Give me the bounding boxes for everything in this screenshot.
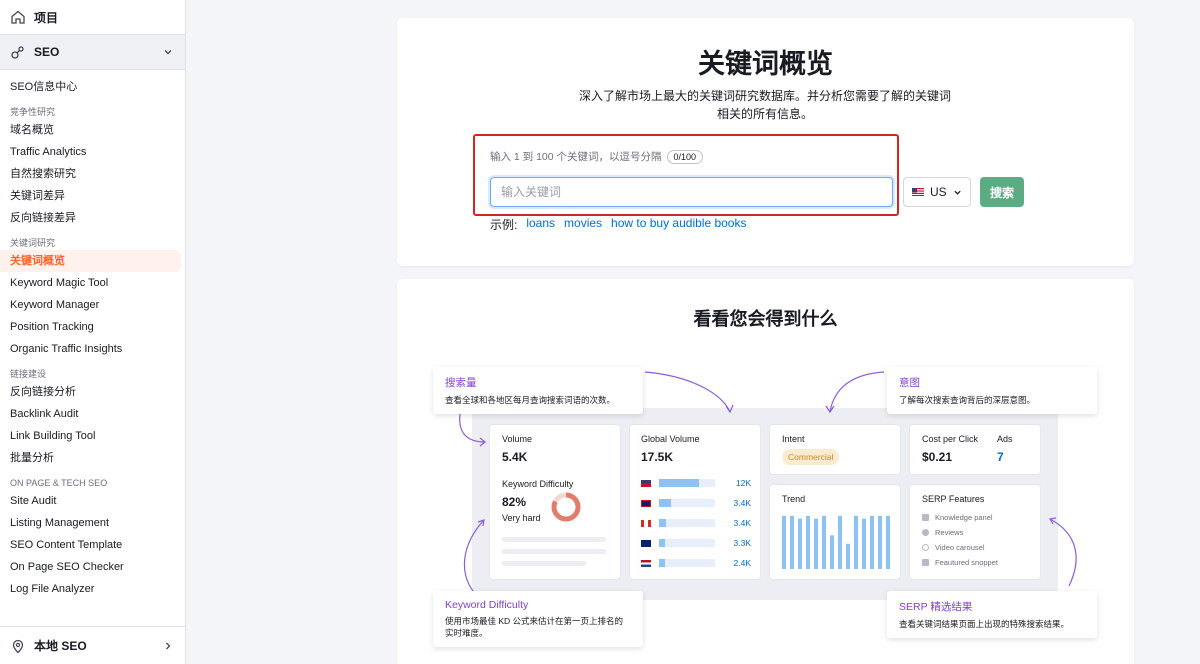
examples-row: 示例: loans movies how to buy audible book… — [490, 216, 746, 233]
chevron-down-icon — [953, 188, 962, 197]
sidebar-item-seo-content-template[interactable]: SEO Content Template — [0, 534, 181, 556]
home-icon — [10, 9, 26, 25]
arrow-volume — [644, 371, 731, 413]
sidebar-item-label: SEO — [34, 45, 60, 59]
callout-title: 搜索量 — [445, 377, 477, 389]
seo-icon — [10, 44, 26, 60]
sidebar: 项目 SEO SEO信息中心 竞争性研究 域名概览 Traffic Analyt… — [0, 0, 186, 664]
preview-title: 看看您会得到什么 — [693, 309, 838, 329]
page-subtitle: 深入了解市场上最大的关键词研究数据库。并分析您需要了解的关键词相关的所有信息。 — [578, 89, 951, 121]
us-flag-icon — [912, 188, 924, 196]
arrow-serp — [1049, 518, 1077, 587]
feature-preview-card: 看看您会得到什么 Volume 5.4K Keyword Difficulty … — [397, 279, 1134, 664]
sidebar-group-title: ON PAGE & TECH SEO — [10, 478, 108, 488]
sidebar-group-title: 关键词研究 — [10, 238, 56, 248]
sidebar-item-keyword-manager[interactable]: Keyword Manager — [0, 294, 181, 316]
sidebar-item-bulk-analysis[interactable]: 批量分析 — [0, 447, 181, 469]
keyword-counter-badge: 0/100 — [666, 149, 704, 164]
sidebar-item-organic-research[interactable]: 自然搜索研究 — [0, 163, 181, 185]
callout-intent: 意图 了解每次搜索查询背后的深层意图。 — [887, 367, 1097, 414]
input-hint: 输入 1 到 100 个关键词，以逗号分隔 0/100 — [490, 149, 704, 164]
keyword-input[interactable] — [490, 177, 893, 207]
sidebar-group-title: 竞争性研究 — [10, 107, 56, 117]
arrow-intent — [829, 371, 885, 413]
sidebar-item-keyword-overview[interactable]: 关键词概览 — [0, 250, 181, 272]
sidebar-item-backlink-gap[interactable]: 反向链接差异 — [0, 207, 181, 229]
chevron-down-icon — [163, 47, 173, 57]
callout-keyword-difficulty: Keyword Difficulty 使用市场最佳 KD 公式来估计在第一页上排… — [433, 591, 643, 647]
sidebar-group-title: 链接建设 — [10, 369, 47, 379]
chevron-right-icon — [163, 641, 173, 651]
callout-search-volume: 搜索量 查看全球和各地区每月查询搜索词语的次数。 — [433, 367, 643, 414]
sidebar-item-label: 项目 — [34, 10, 59, 25]
sidebar-section-local-seo[interactable]: 本地 SEO — [0, 626, 185, 664]
callout-title: Keyword Difficulty — [445, 599, 529, 611]
callout-desc: 查看全球和各地区每月查询搜索词语的次数。 — [445, 395, 616, 405]
arrow-kd — [463, 519, 485, 597]
hint-text: 输入 1 到 100 个关键词，以逗号分隔 — [490, 151, 662, 163]
callout-desc: 了解每次搜索查询背后的深层意图。 — [899, 395, 1036, 405]
sidebar-menu: SEO信息中心 竞争性研究 域名概览 Traffic Analytics 自然搜… — [0, 70, 185, 600]
callout-title: 意图 — [899, 377, 920, 389]
sidebar-item-on-page-seo-checker[interactable]: On Page SEO Checker — [0, 556, 181, 578]
country-select-value: US — [930, 185, 947, 199]
sidebar-item-backlink-analytics[interactable]: 反向链接分析 — [0, 381, 181, 403]
sidebar-item-listing-management[interactable]: Listing Management — [0, 512, 181, 534]
sidebar-item-keyword-magic-tool[interactable]: Keyword Magic Tool — [0, 272, 181, 294]
keyword-overview-search-card: 关键词概览 深入了解市场上最大的关键词研究数据库。并分析您需要了解的关键词相关的… — [397, 18, 1134, 266]
example-link[interactable]: loans — [526, 216, 555, 233]
sidebar-item-label: 本地 SEO — [34, 639, 87, 653]
page-title: 关键词概览 — [698, 49, 833, 79]
sidebar-item-organic-traffic-insights[interactable]: Organic Traffic Insights — [0, 338, 181, 360]
sidebar-item-traffic-analytics[interactable]: Traffic Analytics — [0, 141, 181, 163]
sidebar-item-backlink-audit[interactable]: Backlink Audit — [0, 403, 181, 425]
callout-desc: 使用市场最佳 KD 公式来估计在第一页上排名的实时难度。 — [445, 616, 624, 638]
sidebar-section-seo[interactable]: SEO — [0, 34, 185, 70]
sidebar-item-position-tracking[interactable]: Position Tracking — [0, 316, 181, 338]
example-link[interactable]: how to buy audible books — [611, 216, 746, 233]
sidebar-item-site-audit[interactable]: Site Audit — [0, 490, 181, 512]
example-link[interactable]: movies — [564, 216, 602, 233]
country-select[interactable]: US — [903, 177, 971, 207]
search-button[interactable]: 搜索 — [980, 177, 1024, 207]
sidebar-item-log-file-analyzer[interactable]: Log File Analyzer — [0, 578, 181, 600]
sidebar-item-link-building-tool[interactable]: Link Building Tool — [0, 425, 181, 447]
callout-serp-features: SERP 精选结果 查看关键词结果页面上出现的特殊搜索结果。 — [887, 591, 1097, 638]
location-pin-icon — [10, 638, 26, 654]
sidebar-item-projects[interactable]: 项目 — [0, 0, 185, 34]
sidebar-item-seo-dashboard[interactable]: SEO信息中心 — [0, 76, 181, 98]
sidebar-item-keyword-gap[interactable]: 关键词差异 — [0, 185, 181, 207]
examples-label: 示例: — [490, 218, 518, 232]
arrow-volume-left — [459, 413, 486, 443]
callout-desc: 查看关键词结果页面上出现的特殊搜索结果。 — [899, 619, 1070, 629]
callout-title: SERP 精选结果 — [899, 601, 973, 613]
sidebar-item-domain-overview[interactable]: 域名概览 — [0, 119, 181, 141]
